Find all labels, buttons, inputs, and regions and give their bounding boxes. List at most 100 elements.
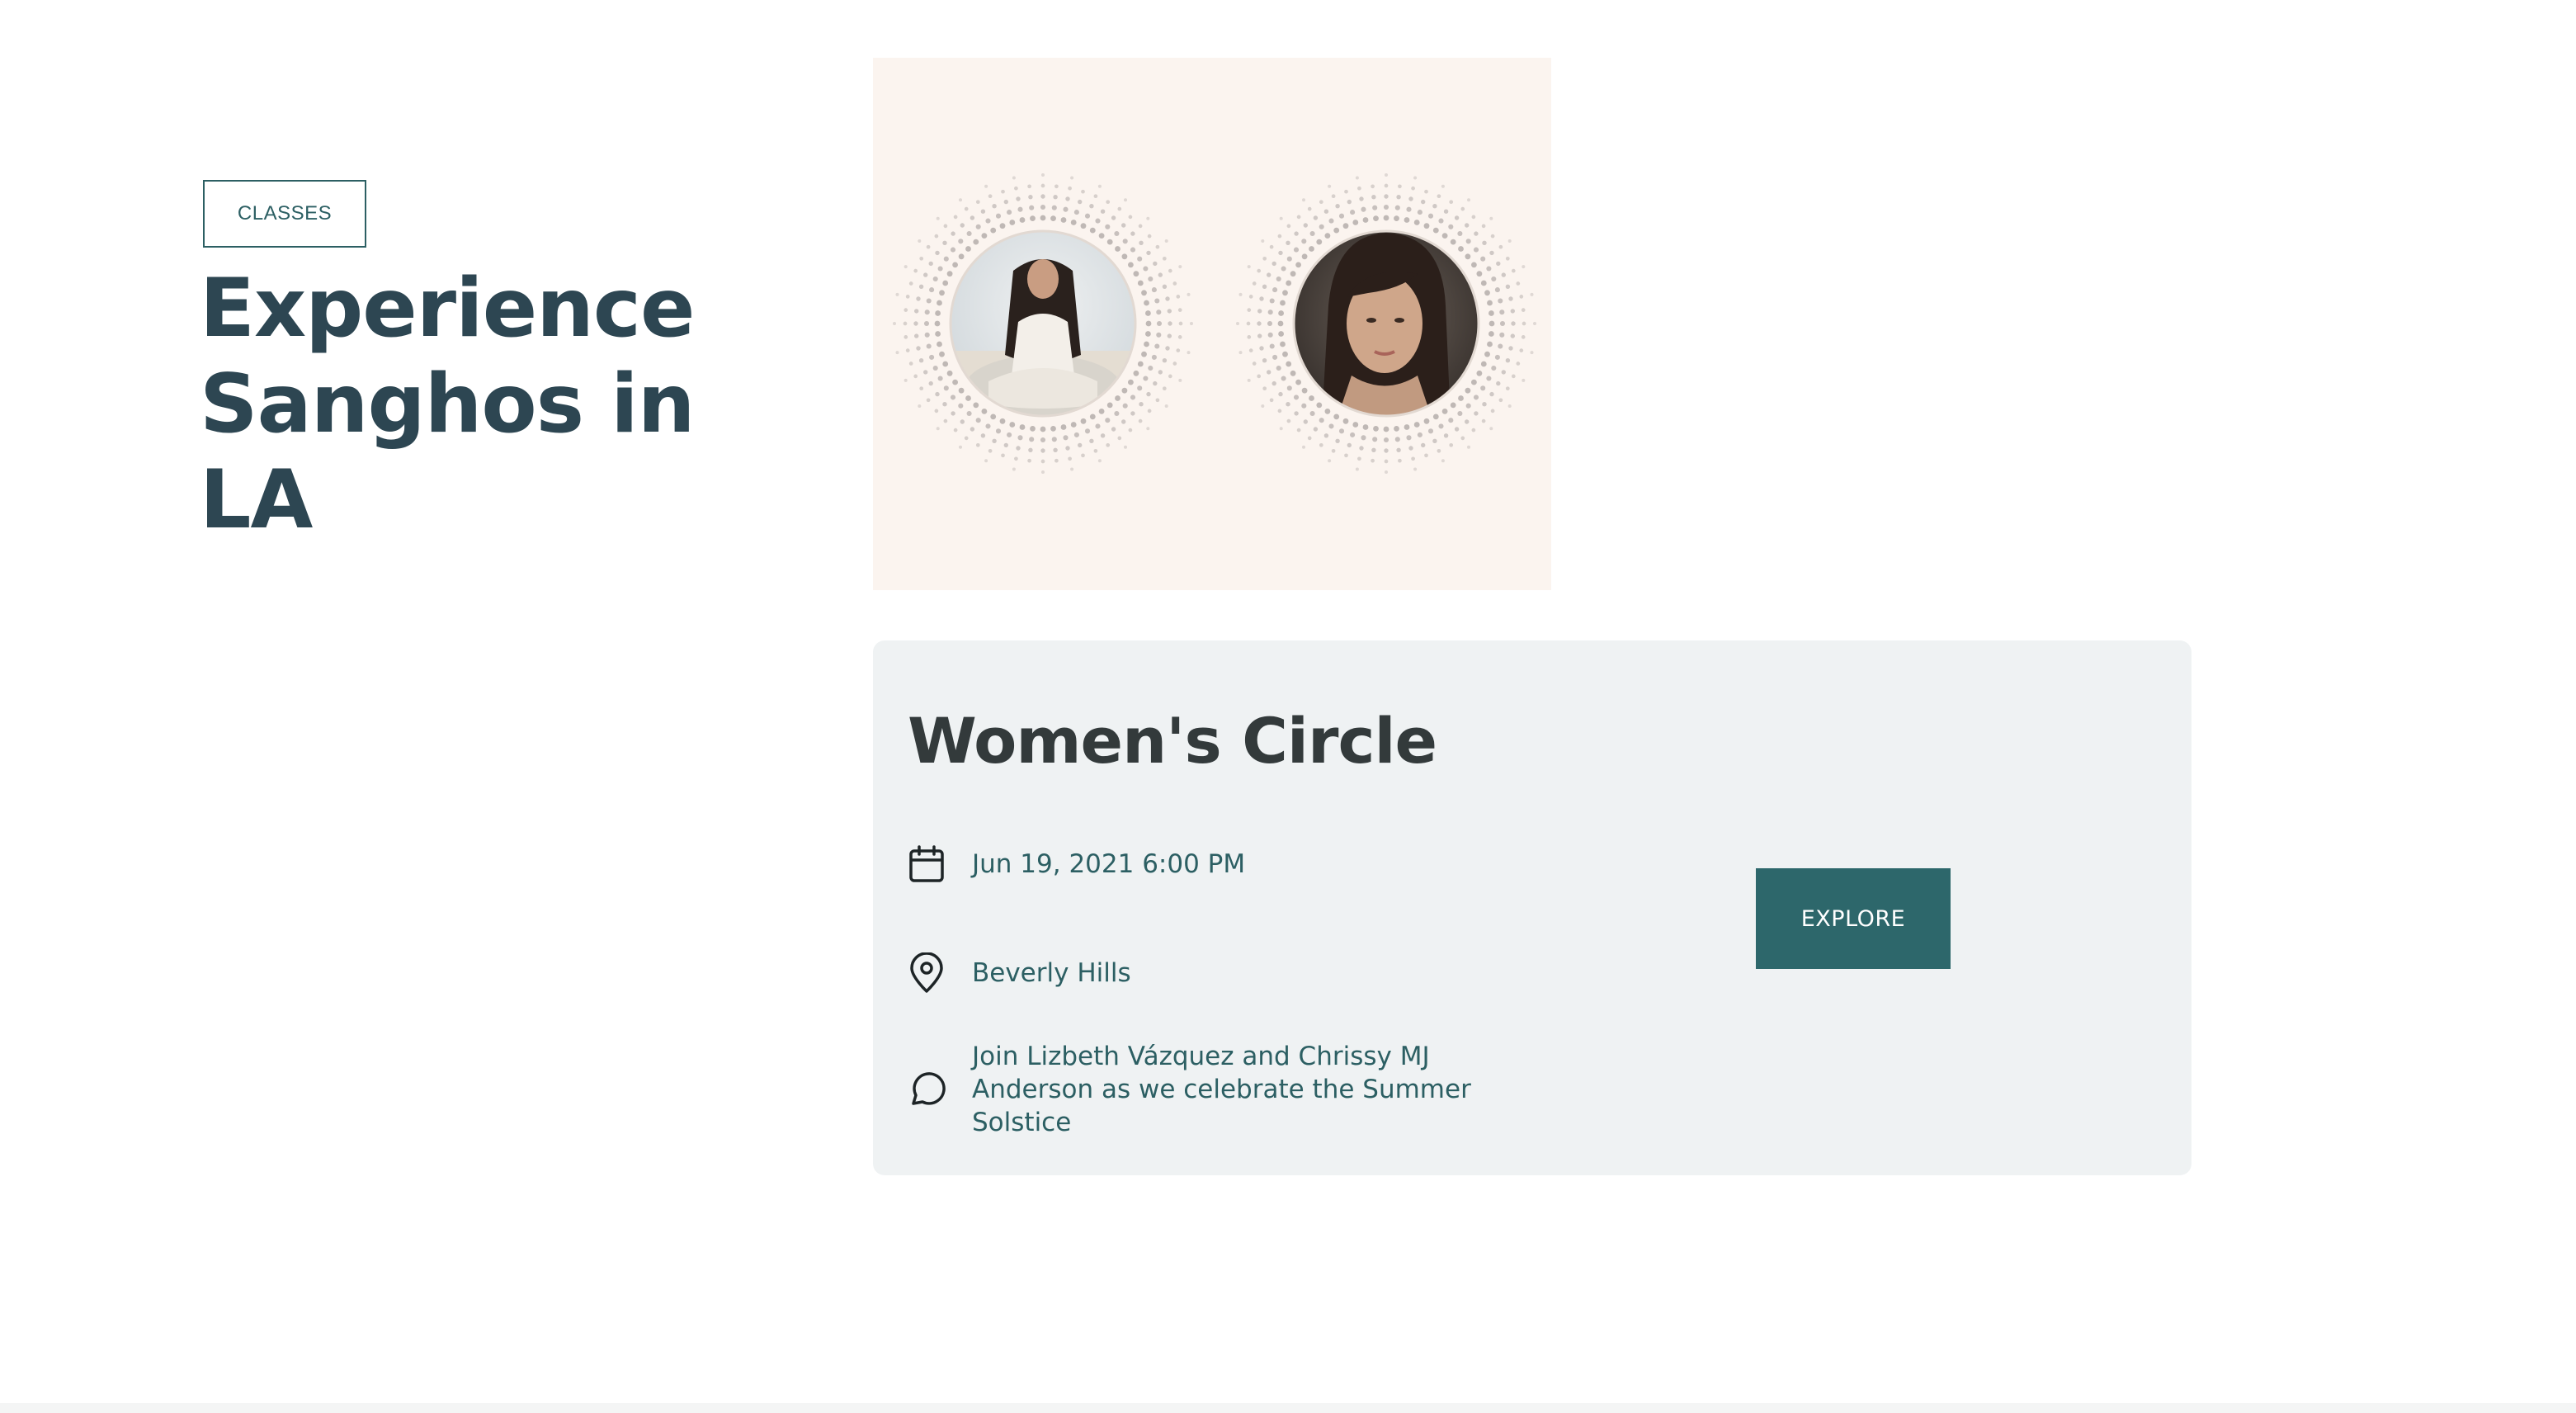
sunburst-dot [1484, 351, 1490, 357]
sunburst-dot [1261, 239, 1265, 243]
sunburst-dot [1097, 184, 1102, 188]
sunburst-dot [1269, 398, 1274, 403]
sunburst-dot [1133, 370, 1139, 376]
sunburst-dot [1476, 271, 1483, 277]
sunburst-dot [1516, 362, 1521, 366]
sunburst-dot [932, 365, 938, 371]
sunburst-dot [1482, 240, 1487, 245]
sunburst-dot [1276, 365, 1281, 371]
sunburst-dot [1328, 459, 1332, 463]
sunburst-dot [1286, 361, 1292, 367]
sunburst-dot [1293, 247, 1300, 253]
sunburst-dot [1498, 398, 1503, 403]
sunburst-dot [1162, 256, 1167, 261]
sunburst-dot [1499, 332, 1505, 338]
sunburst-dot [1489, 320, 1495, 327]
sunburst-dot [1145, 310, 1151, 316]
sunburst-dot [923, 370, 928, 375]
sunburst-dot [1070, 467, 1074, 471]
sunburst-dot [1450, 239, 1456, 245]
sunburst-dot [1328, 184, 1332, 188]
sunburst-dot [985, 218, 991, 224]
sunburst-dot [1267, 310, 1273, 315]
sunburst-dot [1089, 438, 1094, 443]
sunburst-dot [1144, 300, 1149, 306]
sunburst-dot [1384, 183, 1389, 188]
sunburst-dot [1383, 426, 1389, 432]
sunburst-dot [1121, 253, 1128, 260]
sunburst-dot [1490, 409, 1495, 414]
sunburst-dot [1054, 184, 1059, 189]
sunburst-dot [1421, 199, 1426, 205]
sunburst-dot [1465, 223, 1470, 228]
sunburst-dot [1281, 266, 1286, 272]
classes-tag[interactable]: CLASSES [203, 180, 366, 248]
sunburst-dot [1117, 436, 1122, 441]
sunburst-dot [1267, 370, 1271, 375]
sunburst-dot [1413, 422, 1420, 428]
sunburst-dot [1105, 224, 1111, 229]
sunburst-dot [1238, 351, 1243, 355]
explore-button[interactable]: EXPLORE [1756, 868, 1951, 969]
sunburst-dot [1511, 268, 1516, 273]
sunburst-dot [1424, 189, 1428, 194]
sunburst-dot [1007, 210, 1012, 215]
sunburst-dot [1012, 467, 1016, 471]
sunburst-dot [1487, 300, 1493, 306]
sunburst-dot [1338, 213, 1345, 219]
sunburst-dot [1282, 351, 1288, 357]
sunburst-dot [1081, 453, 1085, 458]
sunburst-dot [929, 354, 935, 360]
sunburst-dot [1282, 290, 1288, 296]
sunburst-dot [1352, 422, 1359, 428]
sunburst-dot [1138, 224, 1143, 229]
sunburst-dot [1141, 290, 1147, 296]
sunburst-dot [1138, 418, 1143, 423]
sunburst-dot [1100, 209, 1106, 214]
sunburst-dot [1316, 239, 1323, 245]
sunburst-dot [1372, 437, 1378, 442]
sunburst-dot [1458, 395, 1464, 401]
sunburst-dot [1302, 198, 1305, 202]
sunburst-dot [1261, 404, 1265, 408]
sunburst-dot [1350, 210, 1356, 215]
sunburst-dot [1373, 215, 1379, 221]
sunburst-dot [1093, 194, 1098, 199]
hero-illustration [893, 173, 1536, 474]
sunburst-dot [1309, 395, 1314, 401]
sunburst-dot [958, 387, 965, 394]
sunburst-dot [924, 332, 930, 338]
sunburst-dot [1406, 206, 1412, 212]
sunburst-dot [1465, 387, 1471, 394]
sunburst-dot [1148, 365, 1154, 371]
sunburst-dot [1361, 435, 1366, 441]
sunburst-dot [1176, 295, 1181, 299]
sunburst-dot [1029, 205, 1035, 210]
sunburst-dot [1007, 432, 1012, 437]
sunburst-dot [1003, 442, 1008, 448]
sunburst-dot [1084, 428, 1091, 434]
sunburst-dot [946, 370, 953, 376]
sunburst-dot [1362, 424, 1369, 430]
sunburst-dot [1247, 308, 1252, 312]
sunburst-dot [1145, 331, 1151, 337]
sunburst-dot [1361, 206, 1366, 212]
sunburst-dot [1383, 215, 1389, 221]
sunburst-dot [937, 341, 942, 347]
sunburst-dot [1279, 427, 1283, 431]
sunburst-dot [953, 215, 958, 220]
sunburst-dot [1100, 433, 1106, 438]
sunburst-dot [1277, 234, 1282, 239]
sunburst-dot [1307, 206, 1312, 211]
sunburst-dot [1130, 247, 1136, 253]
sunburst-dot [943, 224, 948, 229]
sunburst-dot [1065, 446, 1070, 451]
sunburst-dot [1508, 296, 1513, 301]
sunburst-dot [1137, 280, 1144, 286]
event-location-row: Beverly Hills [906, 952, 1131, 994]
sunburst-dot [1106, 402, 1113, 409]
sunburst-dot [903, 308, 908, 312]
sunburst-dot [1350, 432, 1356, 437]
sunburst-dot [973, 402, 979, 409]
sunburst-dot [1151, 287, 1157, 293]
